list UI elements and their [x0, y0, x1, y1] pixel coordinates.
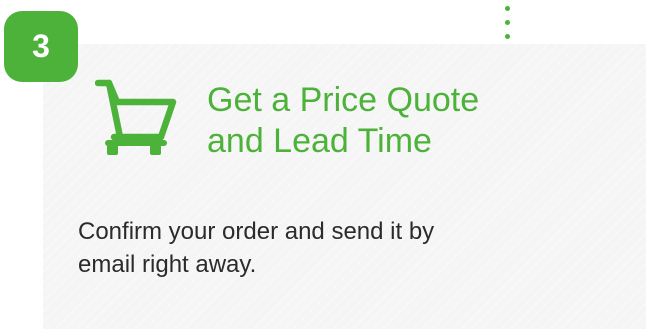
step-description-line: Confirm your order and send it by [78, 218, 435, 245]
step-panel: 3 Get a Price Quote and Lead Time Confir… [0, 0, 646, 329]
shopping-cart-icon [94, 79, 179, 159]
connector-dot [505, 6, 510, 11]
step-title: Get a Price Quote and Lead Time [207, 80, 607, 162]
step-description: Confirm your order and send it by email … [78, 215, 598, 281]
step-description-line: email right away. [78, 251, 257, 278]
step-title-line: Get a Price Quote [207, 81, 480, 119]
step-title-line: and Lead Time [207, 122, 432, 160]
connector-dot [505, 34, 510, 39]
connector-dot [505, 20, 510, 25]
step-number-badge: 3 [4, 11, 78, 82]
step-connector-dots [505, 6, 511, 46]
